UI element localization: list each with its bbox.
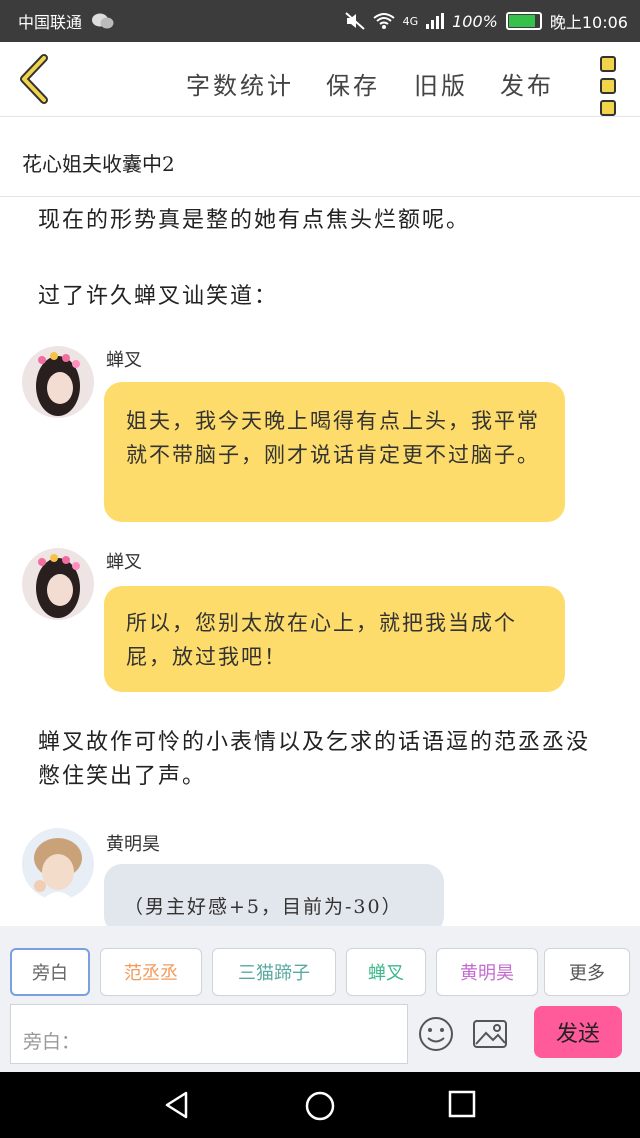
carrier-label: 中国联通 <box>18 13 83 32</box>
chat-bubble[interactable]: （男主好感+5，目前为-30） <box>104 864 444 934</box>
character-chip-sanmao[interactable]: 三猫蹄子 <box>212 948 336 996</box>
send-button[interactable]: 发送 <box>534 1006 622 1058</box>
chat-bubble[interactable]: 所以，您别太放在心上，就把我当成个屁，放过我吧！ <box>104 586 565 692</box>
character-chip-narrator[interactable]: 旁白 <box>10 948 90 996</box>
send-label: 发送 <box>555 1022 600 1047</box>
avatar-image <box>22 828 94 900</box>
back-icon[interactable] <box>162 1090 192 1120</box>
network-label: 4G <box>402 14 419 28</box>
battery-icon <box>505 12 542 30</box>
home-icon[interactable] <box>304 1090 336 1122</box>
chip-label: 范丞丞 <box>124 963 178 984</box>
character-chip-chancha[interactable]: 蝉叉 <box>346 948 426 996</box>
divider <box>0 196 640 197</box>
signal-icon <box>426 13 445 29</box>
chip-label: 三猫蹄子 <box>238 963 310 984</box>
chat-bubble-text: 所以，您别太放在心上，就把我当成个屁，放过我吧！ <box>126 611 517 669</box>
chat-bubble-text: 姐夫，我今天晚上喝得有点上头，我平常就不带脑子，刚才说话肯定更不过脑子。 <box>126 409 540 467</box>
character-chip-more[interactable]: 更多 <box>544 948 630 996</box>
image-icon[interactable] <box>470 1014 510 1054</box>
narration-paragraph: 现在的形势真是整的她有点焦头烂额呢。 <box>38 208 471 233</box>
editor-toolbar: 字数统计 保存 旧版 发布 <box>0 42 640 117</box>
chat-bubble-text: （男主好感+5，目前为-30） <box>124 896 403 918</box>
character-chip-huang[interactable]: 黄明昊 <box>436 948 538 996</box>
speaker-name: 蝉叉 <box>106 350 142 371</box>
input-placeholder: 旁白： <box>23 1031 81 1053</box>
character-chip-fan[interactable]: 范丞丞 <box>100 948 202 996</box>
publish-button[interactable]: 发布 <box>500 66 554 101</box>
speaker-name: 黄明昊 <box>106 834 160 855</box>
status-bar: 中国联通 4G 100% 晚上10:06 <box>0 0 640 42</box>
chip-label: 更多 <box>569 963 605 984</box>
back-arrow-icon[interactable] <box>14 54 54 104</box>
narration-paragraph: 过了许久蝉叉讪笑道： <box>38 284 279 309</box>
novel-title: 花心姐夫收囊中2 <box>22 152 175 176</box>
clock: 晚上10:06 <box>549 13 628 32</box>
wifi-icon <box>372 13 395 29</box>
menu-icon[interactable] <box>600 56 616 122</box>
speaker-name: 蝉叉 <box>106 552 142 573</box>
chat-bubble[interactable]: 姐夫，我今天晚上喝得有点上头，我平常就不带脑子，刚才说话肯定更不过脑子。 <box>104 382 565 522</box>
word-count-button[interactable]: 字数统计 <box>186 66 294 101</box>
avatar[interactable] <box>22 346 94 418</box>
avatar-image <box>22 548 94 620</box>
chip-label: 旁白 <box>32 963 68 984</box>
message-input[interactable]: 旁白： <box>10 1004 408 1064</box>
save-button[interactable]: 保存 <box>326 66 380 101</box>
system-nav-bar <box>0 1072 640 1138</box>
old-version-button[interactable]: 旧版 <box>414 66 468 101</box>
emoji-icon[interactable] <box>416 1014 456 1054</box>
chip-label: 蝉叉 <box>368 963 404 984</box>
avatar[interactable] <box>22 828 94 900</box>
avatar-image <box>22 346 94 418</box>
battery-percent: 100% <box>452 11 498 31</box>
recents-icon[interactable] <box>448 1090 476 1118</box>
avatar[interactable] <box>22 548 94 620</box>
narration-paragraph: 蝉叉故作可怜的小表情以及乞求的话语逗的范丞丞没憋住笑出了声。 <box>38 730 591 789</box>
chip-label: 黄明昊 <box>460 963 514 984</box>
mute-icon <box>344 12 365 30</box>
wechat-icon <box>92 13 114 29</box>
